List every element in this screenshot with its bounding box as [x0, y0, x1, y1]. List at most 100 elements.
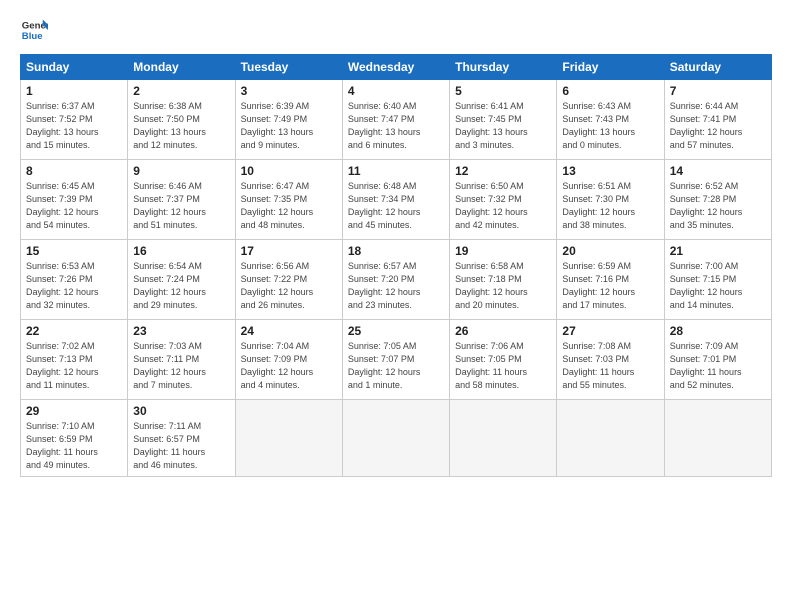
day-number: 12 — [455, 164, 551, 178]
calendar-week-2: 8Sunrise: 6:45 AMSunset: 7:39 PMDaylight… — [21, 160, 772, 240]
day-number: 13 — [562, 164, 658, 178]
calendar-cell: 9 Sunrise: 6:46 AMSunset: 7:37 PMDaylight… — [128, 160, 235, 240]
day-number: 14 — [670, 164, 766, 178]
calendar-cell: 2Sunrise: 6:38 AMSunset: 7:50 PMDaylight… — [128, 80, 235, 160]
day-info: Sunrise: 6:37 AMSunset: 7:52 PMDaylight:… — [26, 100, 122, 152]
day-number: 10 — [241, 164, 337, 178]
calendar-week-5: 29Sunrise: 7:10 AMSunset: 6:59 PMDayligh… — [21, 400, 772, 477]
day-info: Sunrise: 7:06 AMSunset: 7:05 PMDaylight:… — [455, 340, 551, 392]
svg-text:Blue: Blue — [22, 31, 43, 42]
calendar-cell: 11 Sunrise: 6:48 AMSunset: 7:34 PMDayligh… — [342, 160, 449, 240]
day-info: Sunrise: 7:08 AMSunset: 7:03 PMDaylight:… — [562, 340, 658, 392]
day-number: 17 — [241, 244, 337, 258]
calendar-cell: 25Sunrise: 7:05 AMSunset: 7:07 PMDayligh… — [342, 320, 449, 400]
day-info: Sunrise: 6:40 AMSunset: 7:47 PMDaylight:… — [348, 100, 444, 152]
calendar-page: General Blue SundayMondayTuesdayWednesda… — [0, 0, 792, 612]
day-number: 27 — [562, 324, 658, 338]
day-number: 4 — [348, 84, 444, 98]
calendar-cell: 12 Sunrise: 6:50 AMSunset: 7:32 PMDayligh… — [450, 160, 557, 240]
weekday-header-thursday: Thursday — [450, 55, 557, 80]
day-info: Sunrise: 6:52 AMSunset: 7:28 PMDaylight:… — [670, 180, 766, 232]
calendar-cell: 5 Sunrise: 6:41 AMSunset: 7:45 PMDaylight… — [450, 80, 557, 160]
day-number: 6 — [562, 84, 658, 98]
calendar-cell: 14 Sunrise: 6:52 AMSunset: 7:28 PMDayligh… — [664, 160, 771, 240]
calendar-cell: 7 Sunrise: 6:44 AMSunset: 7:41 PMDaylight… — [664, 80, 771, 160]
day-info: Sunrise: 6:39 AMSunset: 7:49 PMDaylight:… — [241, 100, 337, 152]
day-info: Sunrise: 7:03 AMSunset: 7:11 PMDaylight:… — [133, 340, 229, 392]
calendar-cell: 21 Sunrise: 7:00 AMSunset: 7:15 PMDayligh… — [664, 240, 771, 320]
day-number: 21 — [670, 244, 766, 258]
calendar-cell: 22 Sunrise: 7:02 AMSunset: 7:13 PMDayligh… — [21, 320, 128, 400]
day-info: Sunrise: 6:47 AMSunset: 7:35 PMDaylight:… — [241, 180, 337, 232]
day-info: Sunrise: 7:04 AMSunset: 7:09 PMDaylight:… — [241, 340, 337, 392]
day-number: 30 — [133, 404, 229, 418]
calendar-cell: 26 Sunrise: 7:06 AMSunset: 7:05 PMDayligh… — [450, 320, 557, 400]
header: General Blue — [20, 16, 772, 44]
calendar-cell: 1 Sunrise: 6:37 AMSunset: 7:52 PMDaylight… — [21, 80, 128, 160]
day-number: 9 — [133, 164, 229, 178]
day-number: 3 — [241, 84, 337, 98]
day-number: 11 — [348, 164, 444, 178]
calendar-cell: 28 Sunrise: 7:09 AMSunset: 7:01 PMDayligh… — [664, 320, 771, 400]
day-number: 26 — [455, 324, 551, 338]
day-info: Sunrise: 6:48 AMSunset: 7:34 PMDaylight:… — [348, 180, 444, 232]
day-number: 7 — [670, 84, 766, 98]
day-info: Sunrise: 6:43 AMSunset: 7:43 PMDaylight:… — [562, 100, 658, 152]
calendar-cell: 24 Sunrise: 7:04 AMSunset: 7:09 PMDayligh… — [235, 320, 342, 400]
calendar-cell: 20Sunrise: 6:59 AMSunset: 7:16 PMDayligh… — [557, 240, 664, 320]
weekday-header-row: SundayMondayTuesdayWednesdayThursdayFrid… — [21, 55, 772, 80]
day-number: 5 — [455, 84, 551, 98]
day-info: Sunrise: 6:54 AMSunset: 7:24 PMDaylight:… — [133, 260, 229, 312]
day-number: 18 — [348, 244, 444, 258]
calendar-cell: 13 Sunrise: 6:51 AMSunset: 7:30 PMDayligh… — [557, 160, 664, 240]
day-info: Sunrise: 7:00 AMSunset: 7:15 PMDaylight:… — [670, 260, 766, 312]
calendar-week-3: 15 Sunrise: 6:53 AMSunset: 7:26 PMDayligh… — [21, 240, 772, 320]
day-info: Sunrise: 6:51 AMSunset: 7:30 PMDaylight:… — [562, 180, 658, 232]
day-number: 16 — [133, 244, 229, 258]
calendar-week-4: 22 Sunrise: 7:02 AMSunset: 7:13 PMDayligh… — [21, 320, 772, 400]
calendar-cell — [664, 400, 771, 477]
calendar-cell: 17 Sunrise: 6:56 AMSunset: 7:22 PMDayligh… — [235, 240, 342, 320]
day-info: Sunrise: 7:09 AMSunset: 7:01 PMDaylight:… — [670, 340, 766, 392]
weekday-header-monday: Monday — [128, 55, 235, 80]
day-number: 19 — [455, 244, 551, 258]
day-number: 8 — [26, 164, 122, 178]
day-info: Sunrise: 6:59 AMSunset: 7:16 PMDaylight:… — [562, 260, 658, 312]
calendar-week-1: 1 Sunrise: 6:37 AMSunset: 7:52 PMDaylight… — [21, 80, 772, 160]
calendar-cell — [235, 400, 342, 477]
day-number: 22 — [26, 324, 122, 338]
weekday-header-friday: Friday — [557, 55, 664, 80]
day-info: Sunrise: 7:02 AMSunset: 7:13 PMDaylight:… — [26, 340, 122, 392]
day-number: 23 — [133, 324, 229, 338]
calendar-cell: 6 Sunrise: 6:43 AMSunset: 7:43 PMDaylight… — [557, 80, 664, 160]
day-info: Sunrise: 6:56 AMSunset: 7:22 PMDaylight:… — [241, 260, 337, 312]
weekday-header-saturday: Saturday — [664, 55, 771, 80]
day-info: Sunrise: 6:58 AMSunset: 7:18 PMDaylight:… — [455, 260, 551, 312]
calendar-cell: 8Sunrise: 6:45 AMSunset: 7:39 PMDaylight… — [21, 160, 128, 240]
calendar-cell: 10 Sunrise: 6:47 AMSunset: 7:35 PMDayligh… — [235, 160, 342, 240]
calendar-cell — [342, 400, 449, 477]
calendar-cell: 3 Sunrise: 6:39 AMSunset: 7:49 PMDaylight… — [235, 80, 342, 160]
calendar-table: SundayMondayTuesdayWednesdayThursdayFrid… — [20, 54, 772, 477]
calendar-cell — [450, 400, 557, 477]
day-number: 24 — [241, 324, 337, 338]
calendar-cell: 15 Sunrise: 6:53 AMSunset: 7:26 PMDayligh… — [21, 240, 128, 320]
calendar-cell: 18 Sunrise: 6:57 AMSunset: 7:20 PMDayligh… — [342, 240, 449, 320]
day-info: Sunrise: 6:44 AMSunset: 7:41 PMDaylight:… — [670, 100, 766, 152]
calendar-cell: 27 Sunrise: 7:08 AMSunset: 7:03 PMDayligh… — [557, 320, 664, 400]
calendar-cell: 4 Sunrise: 6:40 AMSunset: 7:47 PMDaylight… — [342, 80, 449, 160]
weekday-header-sunday: Sunday — [21, 55, 128, 80]
weekday-header-tuesday: Tuesday — [235, 55, 342, 80]
calendar-cell: 19 Sunrise: 6:58 AMSunset: 7:18 PMDayligh… — [450, 240, 557, 320]
calendar-cell: 30Sunrise: 7:11 AMSunset: 6:57 PMDayligh… — [128, 400, 235, 477]
day-info: Sunrise: 6:41 AMSunset: 7:45 PMDaylight:… — [455, 100, 551, 152]
day-number: 15 — [26, 244, 122, 258]
day-number: 1 — [26, 84, 122, 98]
day-number: 29 — [26, 404, 122, 418]
day-number: 28 — [670, 324, 766, 338]
day-info: Sunrise: 6:53 AMSunset: 7:26 PMDaylight:… — [26, 260, 122, 312]
day-info: Sunrise: 6:57 AMSunset: 7:20 PMDaylight:… — [348, 260, 444, 312]
day-info: Sunrise: 6:38 AMSunset: 7:50 PMDaylight:… — [133, 100, 229, 152]
day-info: Sunrise: 6:46 AMSunset: 7:37 PMDaylight:… — [133, 180, 229, 232]
day-info: Sunrise: 6:50 AMSunset: 7:32 PMDaylight:… — [455, 180, 551, 232]
